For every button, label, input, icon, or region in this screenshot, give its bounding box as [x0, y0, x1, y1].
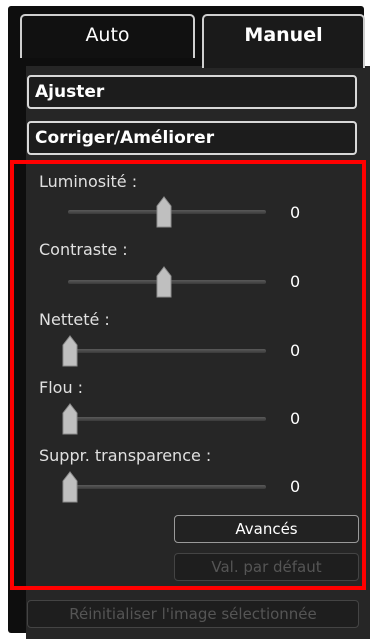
- contraste-slider-thumb[interactable]: [156, 266, 172, 298]
- suppr-transparence-slider-thumb[interactable]: [62, 471, 78, 503]
- suppr-transparence-value: 0: [290, 477, 301, 496]
- nettete-label: Netteté :: [39, 310, 110, 329]
- nettete-track[interactable]: [68, 349, 266, 353]
- luminosite-label: Luminosité :: [39, 172, 138, 191]
- ajuster-button[interactable]: Ajuster: [27, 75, 357, 109]
- flou-track[interactable]: [68, 417, 266, 421]
- corriger-ameliorer-button[interactable]: Corriger/Améliorer: [27, 121, 357, 155]
- nettete-slider-thumb[interactable]: [62, 335, 78, 367]
- tab-auto[interactable]: Auto: [20, 14, 195, 58]
- luminosite-value: 0: [290, 203, 301, 222]
- suppr-transparence-label: Suppr. transparence :: [39, 446, 212, 465]
- suppr-transparence-track[interactable]: [68, 485, 266, 489]
- reset-selected-image-button: Réinitialiser l'image sélectionnée: [27, 600, 359, 628]
- flou-value: 0: [290, 409, 301, 428]
- val-par-defaut-button: Val. par défaut: [174, 553, 359, 581]
- contraste-label: Contraste :: [39, 240, 128, 259]
- luminosite-slider-thumb[interactable]: [156, 196, 172, 228]
- avances-button[interactable]: Avancés: [174, 515, 359, 543]
- contraste-value: 0: [290, 272, 301, 291]
- nettete-value: 0: [290, 341, 301, 360]
- flou-slider-thumb[interactable]: [62, 403, 78, 435]
- flou-label: Flou :: [39, 378, 84, 397]
- tab-manuel[interactable]: Manuel: [202, 14, 365, 68]
